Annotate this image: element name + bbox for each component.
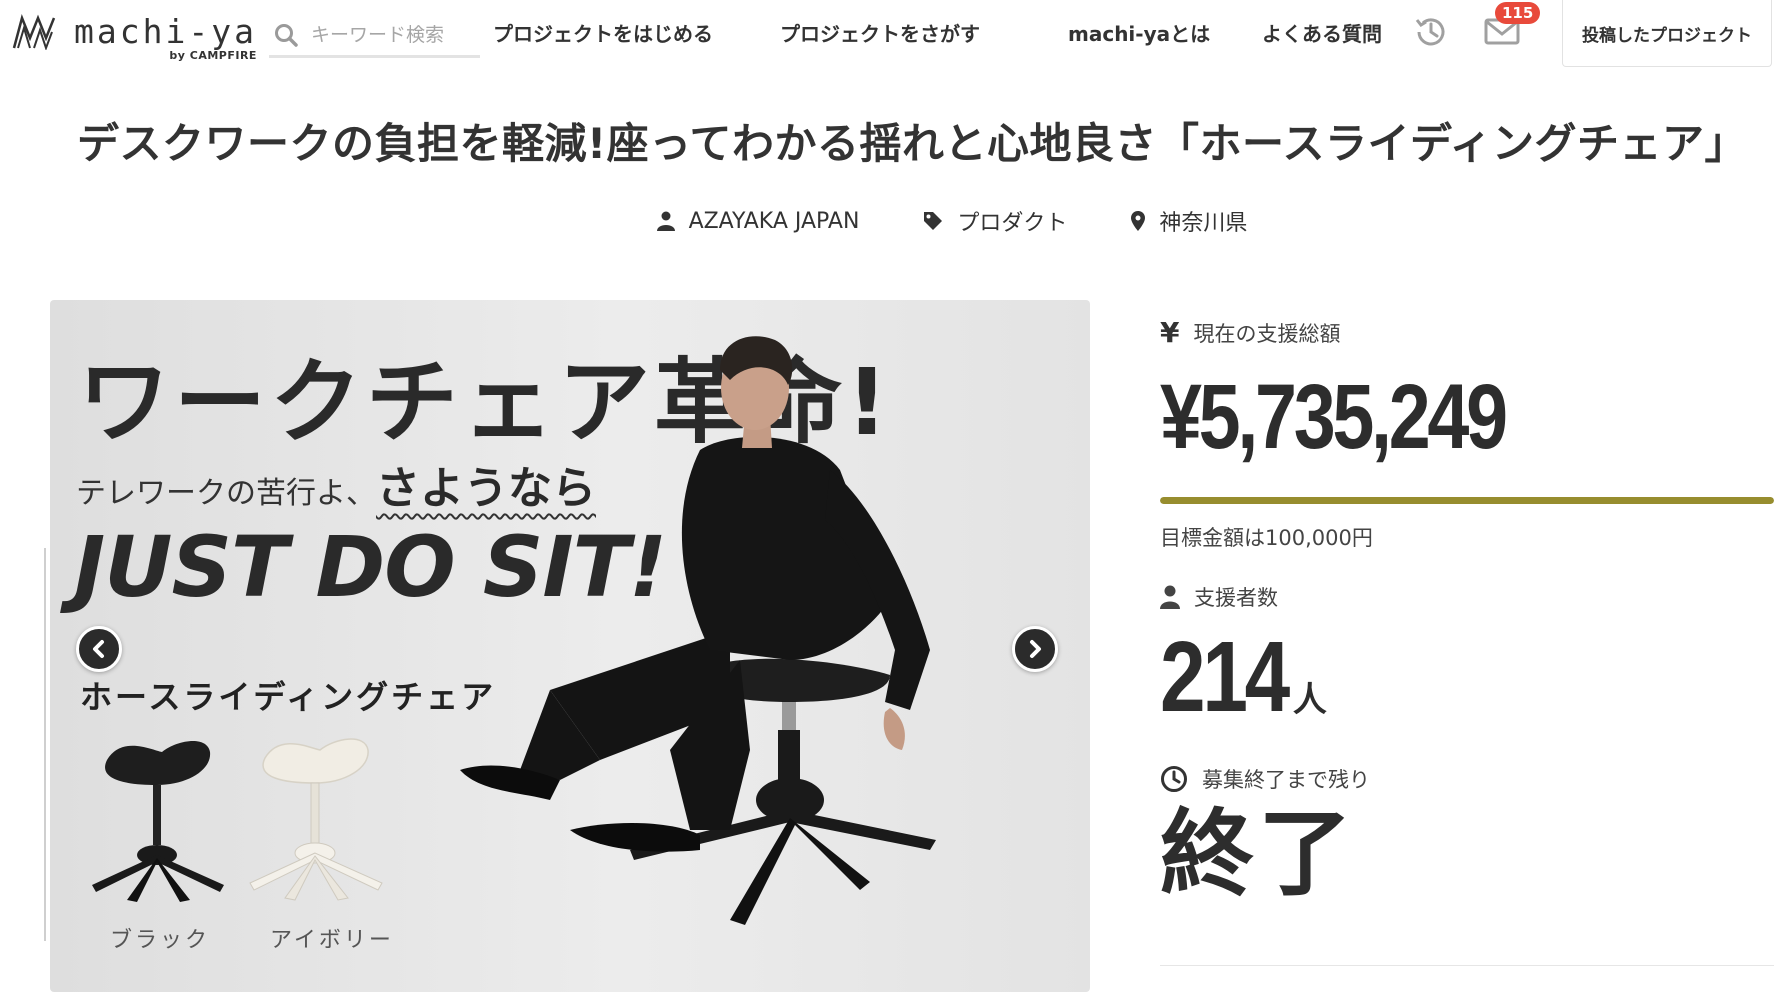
yen-icon: ¥ bbox=[1160, 316, 1180, 349]
nav-about[interactable]: machi-yaとは bbox=[1068, 18, 1210, 47]
nav-find-project[interactable]: プロジェクトをさがす bbox=[780, 18, 980, 47]
hero-sub-prefix: テレワークの苦行よ、 bbox=[76, 476, 376, 511]
category-name: プロダクト bbox=[957, 211, 1068, 236]
nav-faq[interactable]: よくある質問 bbox=[1262, 18, 1382, 47]
goal-amount: 目標金額は100,000円 bbox=[1160, 526, 1373, 550]
carousel-next-button[interactable] bbox=[1012, 626, 1058, 672]
user-icon bbox=[1160, 585, 1180, 609]
search-box[interactable] bbox=[269, 14, 480, 58]
project-location[interactable]: 神奈川県 bbox=[1131, 205, 1247, 237]
ivory-chair-illustration bbox=[249, 738, 383, 901]
carousel-prev-button[interactable] bbox=[76, 626, 122, 672]
backers-label-row: 支援者数 bbox=[1160, 582, 1774, 612]
backers-label: 支援者数 bbox=[1194, 586, 1278, 610]
funding-stats-panel: ¥ 現在の支援総額 ¥5,735,249 目標金額は100,000円 支援者数 … bbox=[1160, 300, 1774, 910]
hero-carousel[interactable]: ワークチェア革命! テレワークの苦行よ、さようなら JUST DO SIT! ホ… bbox=[50, 300, 1090, 992]
chevron-right-icon bbox=[1030, 640, 1041, 658]
logo-word: machi-ya bbox=[74, 12, 257, 51]
project-category[interactable]: プロダクト bbox=[923, 205, 1067, 237]
history-icon[interactable] bbox=[1413, 14, 1449, 50]
total-label: 現在の支援総額 bbox=[1193, 321, 1341, 346]
funding-progress-fill bbox=[1160, 497, 1774, 504]
color-label-black: ブラック bbox=[110, 928, 211, 953]
logo-mark-icon bbox=[12, 14, 56, 50]
backers-count: 214 bbox=[1160, 621, 1290, 733]
owner-name: AZAYAKA JAPAN bbox=[688, 208, 860, 234]
location-pin-icon bbox=[1131, 211, 1146, 231]
total-label-row: ¥ 現在の支援総額 bbox=[1160, 316, 1774, 349]
chevron-left-icon bbox=[93, 640, 104, 658]
funding-progress-bar bbox=[1160, 497, 1774, 504]
user-icon bbox=[656, 211, 675, 231]
black-chair-illustration bbox=[92, 741, 224, 902]
panel-divider bbox=[1160, 965, 1774, 966]
nav-start-project[interactable]: プロジェクトをはじめる bbox=[493, 18, 713, 47]
search-icon bbox=[275, 23, 298, 47]
notification-badge[interactable]: 115 bbox=[1495, 2, 1541, 24]
model-photo bbox=[460, 336, 936, 925]
total-amount: ¥5,735,249 bbox=[1160, 366, 1508, 468]
project-title: デスクワークの負担を軽減!座ってわかる揺れと心地良さ「ホースライディングチェア」 bbox=[76, 119, 1748, 168]
project-meta: AZAYAKA JAPAN プロダクト 神奈川県 bbox=[0, 205, 1774, 237]
project-owner[interactable]: AZAYAKA JAPAN bbox=[656, 205, 860, 237]
tag-icon bbox=[924, 212, 943, 230]
search-input[interactable] bbox=[311, 23, 471, 46]
backers-unit: 人 bbox=[1292, 680, 1327, 720]
posted-projects-button[interactable]: 投稿したプロジェクト bbox=[1562, 0, 1772, 67]
backers-value-row: 214 人 bbox=[1160, 622, 1774, 732]
location-name: 神奈川県 bbox=[1159, 211, 1248, 236]
remaining-label: 募集終了まで残り bbox=[1202, 768, 1370, 792]
site-header: machi-ya by CAMPFIRE プロジェクトをはじめる プロジェクトを… bbox=[0, 0, 1774, 68]
site-logo[interactable]: machi-ya by CAMPFIRE bbox=[12, 14, 257, 62]
clock-icon bbox=[1161, 766, 1187, 792]
divider bbox=[44, 548, 46, 941]
remaining-value: 終了 bbox=[1160, 800, 1357, 909]
remaining-label-row: 募集終了まで残り bbox=[1160, 764, 1774, 794]
